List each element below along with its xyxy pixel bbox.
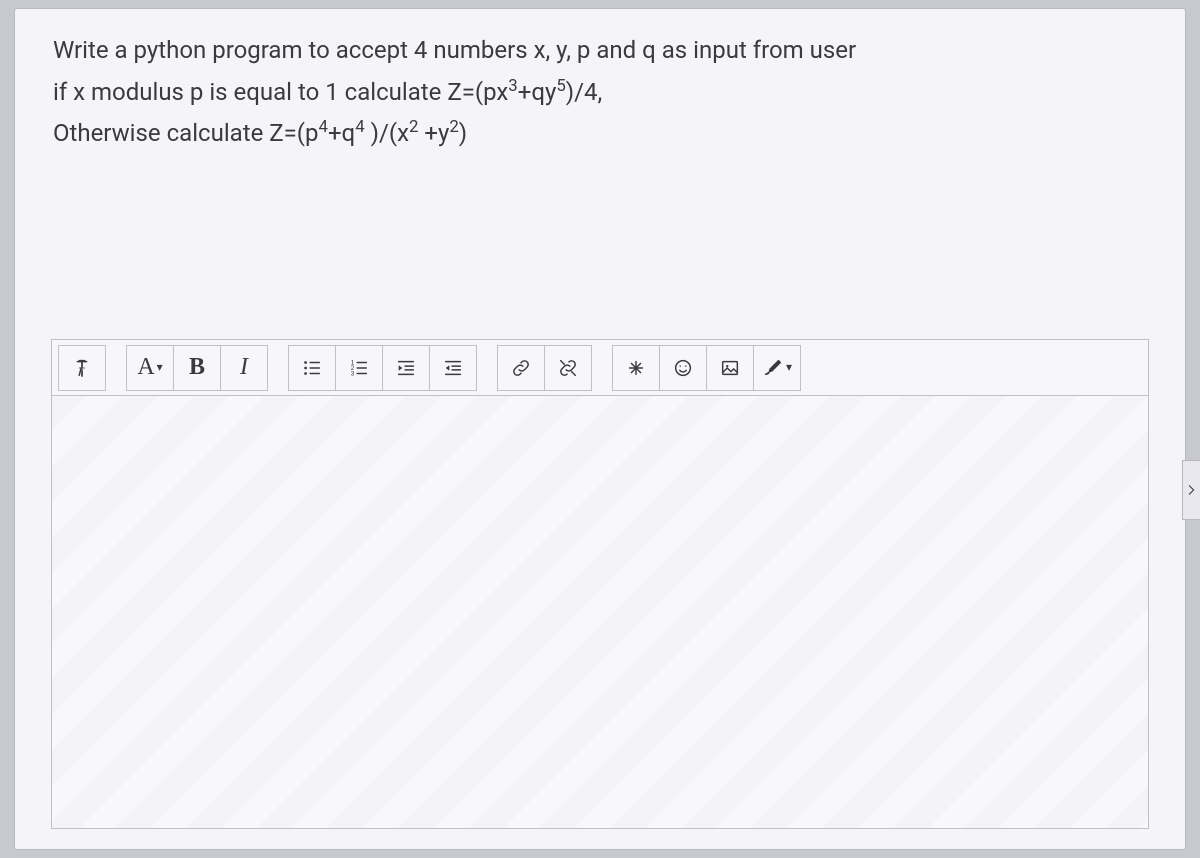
editor-toolbar: A ▾ B I bbox=[52, 340, 1148, 396]
indent-decrease-button[interactable] bbox=[429, 345, 477, 391]
brush-button[interactable]: ▾ bbox=[753, 345, 801, 391]
smile-icon bbox=[672, 357, 694, 379]
asterisk-icon bbox=[625, 357, 647, 379]
answer-editor: A ▾ B I bbox=[15, 339, 1185, 849]
numbered-list-icon: 1 2 3 bbox=[348, 357, 370, 379]
svg-text:3: 3 bbox=[351, 370, 355, 377]
bullet-list-button[interactable] bbox=[288, 345, 336, 391]
bold-label: B bbox=[189, 354, 205, 381]
image-button[interactable] bbox=[706, 345, 754, 391]
format-clear-button[interactable] bbox=[58, 345, 106, 391]
brush-icon bbox=[762, 357, 784, 379]
emoji-button[interactable] bbox=[659, 345, 707, 391]
link-button[interactable] bbox=[497, 345, 545, 391]
bold-button[interactable]: B bbox=[173, 345, 221, 391]
editor-content-area[interactable] bbox=[52, 396, 1148, 828]
question-line-3: Otherwise calculate Z=(p4+q4 )/(x2 +y2) bbox=[53, 114, 1147, 154]
font-style-button[interactable]: A ▾ bbox=[126, 345, 174, 391]
chevron-down-icon: ▾ bbox=[157, 360, 163, 374]
font-style-label: A bbox=[137, 354, 154, 381]
indent-increase-button[interactable] bbox=[382, 345, 430, 391]
question-text: Write a python program to accept 4 numbe… bbox=[15, 9, 1185, 339]
question-panel: Write a python program to accept 4 numbe… bbox=[14, 8, 1186, 850]
chevron-down-icon: ▾ bbox=[786, 360, 792, 374]
indent-decrease-icon bbox=[442, 357, 464, 379]
side-expand-tab[interactable] bbox=[1182, 460, 1200, 520]
unlink-icon bbox=[557, 357, 579, 379]
numbered-list-button[interactable]: 1 2 3 bbox=[335, 345, 383, 391]
math-editor-button[interactable] bbox=[612, 345, 660, 391]
italic-label: I bbox=[240, 354, 248, 381]
image-icon bbox=[719, 357, 741, 379]
bullet-list-icon bbox=[301, 357, 323, 379]
unlink-button[interactable] bbox=[544, 345, 592, 391]
rich-text-editor: A ▾ B I bbox=[51, 339, 1149, 829]
indent-increase-icon bbox=[395, 357, 417, 379]
link-icon bbox=[510, 357, 532, 379]
format-clear-icon bbox=[71, 357, 93, 379]
question-line-2: if x modulus p is equal to 1 calculate Z… bbox=[53, 73, 1147, 113]
italic-button[interactable]: I bbox=[220, 345, 268, 391]
chevron-right-icon bbox=[1183, 479, 1200, 501]
question-line-1: Write a python program to accept 4 numbe… bbox=[53, 31, 1147, 71]
